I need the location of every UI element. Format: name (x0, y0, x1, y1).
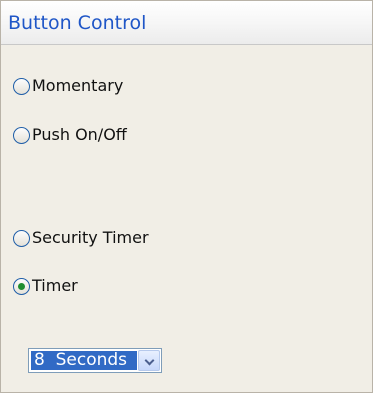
push-on-off-label: Push On/Off (32, 125, 127, 144)
push-on-off-radio[interactable] (13, 126, 30, 144)
timer-label: Timer (32, 276, 78, 295)
dropdown-button[interactable] (138, 350, 160, 371)
chevron-down-icon (144, 355, 155, 366)
timer-radio[interactable] (13, 277, 30, 295)
button-mode-content: Momentary Push On/Off Security Timer Tim… (1, 45, 372, 392)
timer-duration-select[interactable]: 8 Seconds (28, 348, 162, 373)
panel-title: Button Control (8, 12, 147, 34)
security-timer-option[interactable]: Security Timer (13, 227, 149, 249)
panel-header: Button Control (1, 1, 372, 45)
push-on-off-option[interactable]: Push On/Off (13, 124, 127, 146)
momentary-radio[interactable] (13, 77, 30, 95)
momentary-option[interactable]: Momentary (13, 75, 123, 97)
timer-duration-value[interactable]: 8 Seconds (31, 351, 137, 370)
security-timer-label: Security Timer (32, 228, 149, 247)
timer-option[interactable]: Timer (13, 275, 78, 297)
security-timer-radio[interactable] (13, 229, 30, 247)
radio-dot (18, 282, 25, 290)
momentary-label: Momentary (32, 76, 124, 95)
button-control-panel: Button Control Momentary Push On/Off Sec… (0, 0, 373, 393)
